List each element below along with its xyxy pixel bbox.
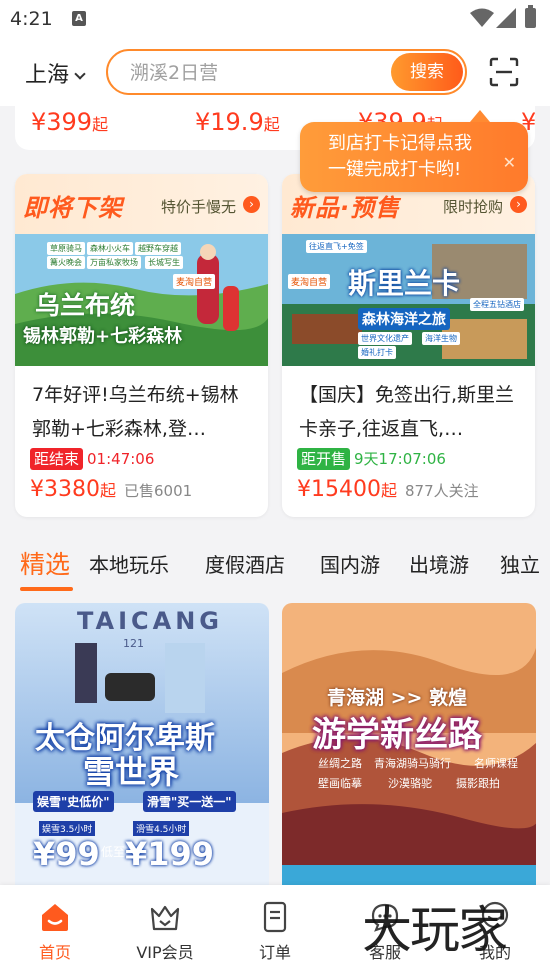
tab-resort-hotel[interactable]: 度假酒店 [205, 549, 285, 578]
countdown: 距结束 01:47:06 [30, 448, 154, 470]
image-tag: 森林小火车 [87, 242, 133, 255]
sold-count: 已售6001 [124, 482, 193, 500]
watermark: 大玩家 [362, 901, 508, 959]
countdown-label: 距开售 [297, 448, 351, 470]
countdown: 距开售 9天17:07:06 [297, 448, 446, 470]
battery-icon [525, 5, 536, 28]
image-tag: 越野车穿越 [135, 242, 181, 255]
product-tag: 名师课程 [474, 757, 518, 770]
chevron-right-icon[interactable]: › [243, 196, 260, 213]
deal-price: ¥15400起 877人关注 [297, 477, 479, 502]
wifi-icon [470, 8, 494, 27]
tab-featured[interactable]: 精选 [20, 545, 70, 581]
image-tag: 万亩私家牧场 [87, 256, 141, 269]
image-tag: 婚礼打卡 [358, 346, 396, 359]
promo-badge: 滑雪"买一送一" [143, 791, 236, 812]
product-tag: 青海湖骑马骑行 [374, 757, 451, 770]
deal-card[interactable]: 新品·预售 限时抢购 › 往返直飞+免签 麦淘自营 全程五钻酒店 斯里兰卡 森林… [282, 174, 535, 517]
product-card[interactable]: 青海湖 >> 敦煌 游学新丝路 丝绸之路 青海湖骑马骑行 名师课程 壁画临摹 沙… [282, 603, 536, 893]
deal-banner-subtitle: 限时抢购 [442, 198, 503, 216]
search-button[interactable]: 搜索 [391, 53, 463, 91]
deal-title[interactable]: 【国庆】免签出行,斯里兰卡亲子,往返直飞,… [299, 378, 524, 446]
clock: 4:21 [10, 8, 53, 30]
price-item[interactable]: ¥399起 [31, 108, 108, 136]
product-title: 游学新丝路 [312, 715, 482, 755]
image-tag: 世界文化遗产 [358, 332, 412, 345]
nav-vip[interactable]: VIP会员 [115, 899, 215, 963]
follow-count: 877人关注 [405, 482, 479, 500]
deal-image: 草原骑马 森林小火车 越野车穿越 篝火晚会 万亩私家牧场 长城写生 麦淘自营 乌… [15, 234, 268, 366]
tooltip-line: 到店打卡记得点我 [328, 133, 472, 154]
price-label: 娱雪3.5小时 [39, 821, 96, 836]
image-badge: 麦淘自营 [173, 274, 216, 289]
image-tag: 往返直飞+免签 [306, 240, 367, 253]
countdown-value: 9天17:07:06 [354, 450, 446, 468]
tab-underline [20, 587, 73, 591]
tab-outbound[interactable]: 出境游 [409, 549, 469, 578]
tab-independent[interactable]: 独立 [500, 549, 540, 578]
product-top-line: 青海湖 >> 敦煌 [327, 687, 468, 709]
signal-icon [496, 8, 516, 28]
product-card[interactable]: TAICANG 121 太仓阿尔卑斯 雪世界 娱雪"史低价" 滑雪"买一送一" … [15, 603, 269, 893]
product-tag: 丝绸之路 [318, 757, 362, 770]
price-mid-label: 低至 [101, 845, 126, 859]
product-top-text: TAICANG [77, 607, 223, 635]
chevron-down-icon [74, 68, 86, 80]
category-tabs: 精选 本地玩乐 度假酒店 国内游 出境游 独立 [0, 543, 550, 595]
product-tag: 壁画临摹 [318, 777, 362, 790]
image-tag: 草原骑马 [47, 242, 85, 255]
countdown-label: 距结束 [30, 448, 84, 470]
image-caption-sub: 锡林郭勒+七彩森林 [23, 326, 183, 347]
deal-banner-title: 即将下架 [23, 194, 123, 222]
deal-card[interactable]: 即将下架 特价手慢无 › 草原骑马 森林小火车 越野车穿越 篝火晚会 万亩私家牧… [15, 174, 268, 517]
image-tag: 全程五钻酒店 [470, 298, 524, 311]
price-label: 滑雪4.5小时 [133, 821, 190, 836]
home-icon [42, 904, 68, 931]
image-tag: 长城写生 [145, 256, 183, 269]
tab-local[interactable]: 本地玩乐 [89, 549, 169, 578]
deal-price: ¥3380起 已售6001 [30, 477, 193, 502]
image-tag: 海洋生物 [422, 332, 460, 345]
order-icon [263, 901, 287, 933]
image-caption-sub: 森林海洋之旅 [358, 308, 450, 330]
city-label: 上海 [25, 63, 70, 88]
promo-badge: 娱雪"史低价" [33, 791, 114, 812]
deal-banner-subtitle: 特价手慢无 [160, 198, 236, 216]
status-bar: 4:21 A [0, 0, 550, 40]
image-badge: 麦淘自营 [288, 274, 331, 289]
search-input[interactable] [130, 60, 380, 86]
product-title: 雪世界 [83, 753, 180, 791]
checkin-tooltip[interactable]: 到店打卡记得点我 一键完成打卡哟! ✕ [300, 110, 528, 192]
nav-home[interactable]: 首页 [5, 899, 105, 963]
product-tag: 沙漠骆驼 [388, 777, 432, 790]
nav-orders[interactable]: 订单 [225, 899, 325, 963]
notification-icon: A [72, 11, 86, 26]
countdown-value: 01:47:06 [87, 450, 155, 468]
top-header: 上海 搜索 [0, 40, 550, 106]
deal-banner: 即将下架 特价手慢无 › [15, 174, 268, 234]
tab-domestic[interactable]: 国内游 [320, 549, 380, 578]
image-tag: 篝火晚会 [47, 256, 85, 269]
city-selector[interactable]: 上海 [25, 57, 86, 89]
product-price: ¥99 [33, 835, 100, 873]
search-bar[interactable]: 搜索 [106, 49, 467, 95]
product-price: ¥199 [125, 835, 215, 873]
price-item[interactable]: ¥19.9起 [195, 108, 280, 136]
chevron-right-icon[interactable]: › [510, 196, 527, 213]
close-icon[interactable]: ✕ [503, 150, 516, 176]
tooltip-line: 一键完成打卡哟! [328, 159, 462, 180]
vip-icon [150, 905, 180, 931]
deal-title[interactable]: 7年好评!乌兰布统+锡林郭勒+七彩森林,登… [32, 378, 257, 446]
product-tag: 摄影跟拍 [456, 777, 500, 790]
deal-image: 往返直飞+免签 麦淘自营 全程五钻酒店 斯里兰卡 森林海洋之旅 世界文化遗产 海… [282, 234, 535, 366]
product-top-number: 121 [123, 637, 144, 650]
scan-icon[interactable] [488, 56, 520, 88]
deal-banner-title: 新品·预售 [290, 194, 401, 222]
image-caption-main: 斯里兰卡 [348, 267, 461, 300]
image-caption-main: 乌兰布统 [35, 291, 136, 320]
